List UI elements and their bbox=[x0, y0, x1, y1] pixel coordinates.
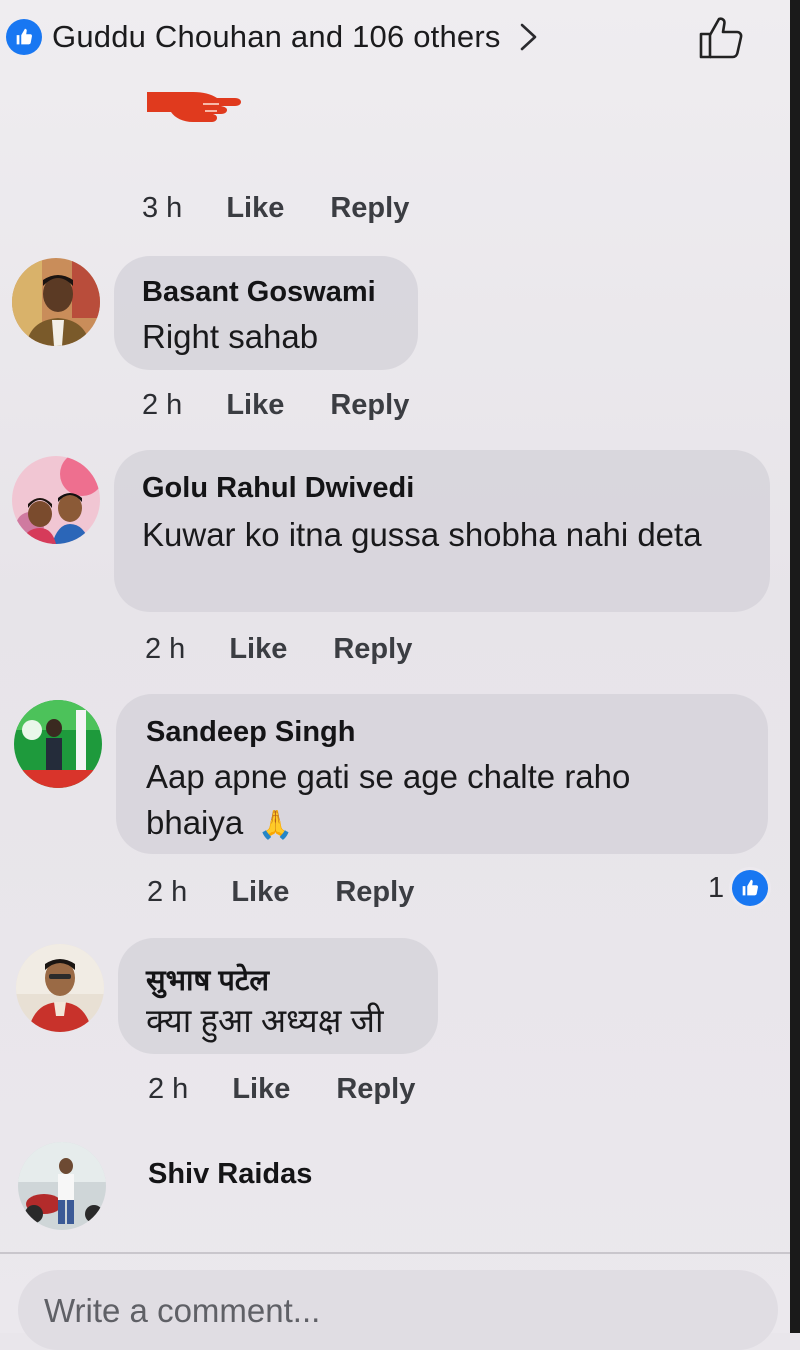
avatar[interactable] bbox=[14, 700, 102, 788]
comments-screen: Guddu Chouhan and 106 others 3 h Like Re… bbox=[0, 0, 800, 1350]
comment-reaction-count[interactable]: 1 bbox=[708, 870, 769, 906]
reactions-summary[interactable]: Guddu Chouhan and 106 others bbox=[6, 10, 786, 64]
reply-button[interactable]: Reply bbox=[335, 876, 414, 909]
comment-author[interactable]: Golu Rahul Dwivedi bbox=[142, 472, 414, 505]
avatar[interactable] bbox=[12, 456, 100, 544]
comment-actions: 3 h Like Reply bbox=[142, 192, 409, 225]
comment-author[interactable]: Basant Goswami bbox=[142, 276, 376, 309]
comment-time[interactable]: 2 h bbox=[145, 633, 185, 666]
chevron-right-icon[interactable] bbox=[515, 22, 541, 52]
comment-composer[interactable] bbox=[18, 1270, 778, 1350]
reply-button[interactable]: Reply bbox=[330, 192, 409, 225]
comment-time[interactable]: 2 h bbox=[147, 876, 187, 909]
reply-button[interactable]: Reply bbox=[336, 1073, 415, 1106]
comment-actions: 2 h Like Reply bbox=[145, 633, 412, 666]
screen-edge bbox=[790, 0, 800, 1333]
comment-author[interactable]: Shiv Raidas bbox=[148, 1158, 312, 1191]
like-reaction-icon bbox=[732, 870, 769, 906]
comment-actions: 2 h Like Reply bbox=[142, 389, 409, 422]
comment-text: क्या हुआ अध्यक्ष जी bbox=[146, 1002, 384, 1039]
avatar[interactable] bbox=[18, 1142, 106, 1230]
comment-time[interactable]: 3 h bbox=[142, 192, 182, 225]
comment-input[interactable] bbox=[44, 1292, 744, 1330]
avatar[interactable] bbox=[12, 258, 100, 346]
comment-text: Right sahab bbox=[142, 318, 319, 355]
reply-button[interactable]: Reply bbox=[333, 633, 412, 666]
comment-text: Kuwar ko itna gussa shobha nahi deta bbox=[142, 516, 702, 553]
comment-text-content: Aap apne gati se age chalte raho bhaiya bbox=[146, 758, 631, 841]
comment-author[interactable]: सुभाष पटेल bbox=[146, 960, 269, 999]
like-button[interactable]: Like bbox=[229, 633, 287, 666]
like-button[interactable]: Like bbox=[231, 876, 289, 909]
comment-actions: 2 h Like Reply bbox=[148, 1073, 415, 1106]
reactors-text: Guddu Chouhan and 106 others bbox=[52, 19, 501, 54]
avatar[interactable] bbox=[16, 944, 104, 1032]
comment-actions: 2 h Like Reply bbox=[147, 876, 414, 909]
folded-hands-emoji: 🙏 bbox=[258, 809, 294, 840]
comment-author[interactable]: Sandeep Singh bbox=[146, 716, 355, 749]
like-reaction-icon bbox=[6, 19, 42, 55]
like-button[interactable]: Like bbox=[232, 1073, 290, 1106]
comment-time[interactable]: 2 h bbox=[142, 389, 182, 422]
like-button[interactable]: Like bbox=[226, 389, 284, 422]
reply-button[interactable]: Reply bbox=[330, 389, 409, 422]
comment-time[interactable]: 2 h bbox=[148, 1073, 188, 1106]
reaction-count-number: 1 bbox=[708, 871, 725, 904]
like-button[interactable]: Like bbox=[226, 192, 284, 225]
comment-text: Aap apne gati se age chalte raho bhaiya … bbox=[146, 754, 706, 848]
pointing-hand-icon bbox=[147, 92, 241, 122]
thumbs-up-outline-icon[interactable] bbox=[698, 14, 746, 60]
composer-divider bbox=[0, 1252, 790, 1254]
